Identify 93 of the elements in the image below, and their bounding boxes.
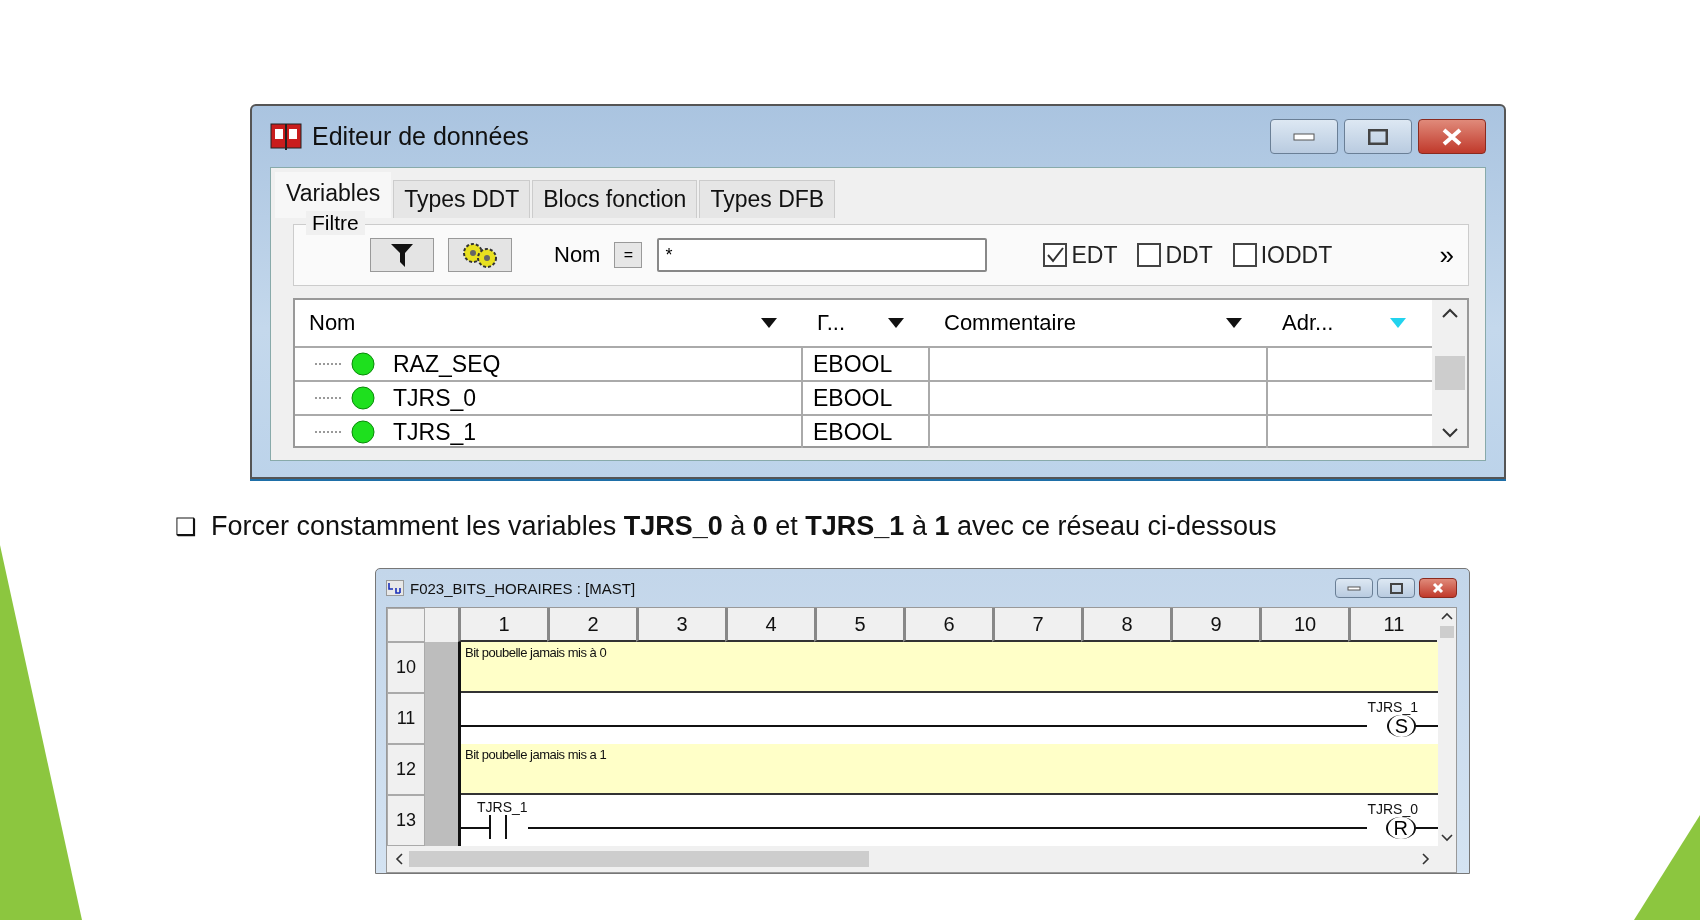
column-number: 7 (992, 608, 1081, 642)
scrollbar[interactable] (387, 846, 1438, 872)
scroll-down-icon[interactable] (1441, 428, 1458, 438)
sort-caret-icon[interactable] (761, 318, 777, 328)
header-corner (387, 608, 425, 642)
funnel-icon (390, 242, 414, 268)
wire (461, 827, 489, 829)
column-number: 1 (458, 608, 547, 642)
checkbox[interactable] (1043, 243, 1068, 267)
variable-type: EBOOL (813, 418, 893, 446)
close-icon (1431, 582, 1445, 594)
column-number: 4 (725, 608, 814, 642)
variable-icon (351, 420, 375, 444)
column-number: 10 (1259, 608, 1348, 642)
variable-name: TJRS_0 (393, 384, 477, 412)
maximize-icon (1368, 128, 1388, 145)
tab[interactable]: Types DFB (699, 180, 836, 218)
maximize-button[interactable] (1377, 578, 1415, 598)
filter-button[interactable] (370, 238, 434, 272)
close-button[interactable] (1418, 119, 1486, 154)
contact (489, 815, 507, 839)
rung-comment: Bit poubelle jamais mis à 0 (461, 642, 1438, 693)
tab[interactable]: Blocs fonction (532, 180, 698, 218)
minimize-button[interactable] (1270, 119, 1338, 154)
column-header[interactable]: Nom (309, 310, 761, 336)
variable-name: RAZ_SEQ (393, 350, 501, 378)
minimize-button[interactable] (1335, 578, 1373, 598)
scrollbar[interactable] (1432, 300, 1467, 446)
field-label: Nom (554, 242, 601, 268)
sort-caret-icon[interactable] (888, 318, 904, 328)
group-label: Filtre (306, 211, 365, 235)
scrollbar[interactable] (1438, 608, 1456, 872)
variable-label: TJRS_1 (477, 799, 528, 815)
minimize-icon (1293, 132, 1315, 141)
variable-label: TJRS_1 (1367, 699, 1418, 715)
checkbox-label: DDT (1165, 241, 1213, 269)
ladder-icon (386, 580, 404, 596)
scroll-down-icon[interactable] (1441, 834, 1453, 842)
variable-icon (351, 352, 375, 376)
variable-name: TJRS_1 (393, 418, 477, 446)
column-header[interactable]: Γ... (817, 310, 888, 336)
column-header[interactable]: Adr... (1282, 310, 1390, 336)
rung-gutter (425, 795, 461, 846)
variable-type: EBOOL (813, 384, 893, 412)
gears-button[interactable] (448, 238, 512, 272)
checkbox-label: IODDT (1260, 241, 1333, 269)
coil: S (1386, 715, 1416, 737)
rung-number: 13 (387, 795, 425, 846)
variable-type: EBOOL (813, 350, 893, 378)
rung-comment: Bit poubelle jamais mis a 1 (461, 744, 1438, 795)
column-header[interactable]: Commentaire (944, 310, 1226, 336)
app-icon (270, 121, 302, 152)
scroll-thumb[interactable] (1434, 356, 1465, 390)
coil: R (1385, 817, 1416, 839)
rung-number: 10 (387, 642, 425, 693)
maximize-button[interactable] (1344, 119, 1412, 154)
maximize-icon (1389, 582, 1403, 594)
scroll-left-icon[interactable] (395, 853, 403, 865)
checkbox[interactable] (1137, 243, 1162, 267)
scroll-thumb[interactable] (409, 851, 869, 867)
variable-label: TJRS_0 (1367, 801, 1418, 817)
wire (1416, 827, 1438, 829)
more-button[interactable]: » (1439, 239, 1454, 271)
column-number: 5 (814, 608, 903, 642)
window-title: Editeur de données (312, 122, 530, 151)
name-filter-field[interactable]: * (657, 238, 988, 272)
close-button[interactable] (1419, 578, 1457, 598)
variable-icon (351, 386, 375, 410)
column-number: 9 (1170, 608, 1259, 642)
column-number: 3 (636, 608, 725, 642)
scroll-up-icon[interactable] (1441, 612, 1453, 620)
rung-gutter (425, 642, 461, 693)
bullet-icon: ❑ (175, 512, 197, 541)
wire (1416, 725, 1438, 727)
scroll-thumb[interactable] (1440, 626, 1454, 638)
window-title: F023_BITS_HORAIRES : [MAST] (410, 579, 637, 597)
checkbox-label: EDT (1071, 241, 1118, 269)
column-number: 6 (903, 608, 992, 642)
scroll-right-icon[interactable] (1422, 853, 1430, 865)
sort-caret-icon[interactable] (1226, 318, 1242, 328)
instruction-text: Forcer constamment les variables TJRS_0 à 0 et TJRS_1 à 1 avec ce réseau ci-dessous (211, 511, 1277, 542)
minimize-icon (1347, 585, 1361, 591)
column-number: 2 (547, 608, 636, 642)
rung-number: 12 (387, 744, 425, 795)
column-number: 11 (1348, 608, 1437, 642)
rung-number: 11 (387, 693, 425, 744)
column-number: 8 (1081, 608, 1170, 642)
operator-button[interactable]: = (614, 242, 643, 268)
close-icon (1441, 127, 1463, 146)
gears-icon (460, 241, 500, 269)
scroll-up-icon[interactable] (1441, 308, 1458, 318)
tab[interactable]: Types DDT (393, 180, 531, 218)
checkbox[interactable] (1232, 243, 1257, 267)
